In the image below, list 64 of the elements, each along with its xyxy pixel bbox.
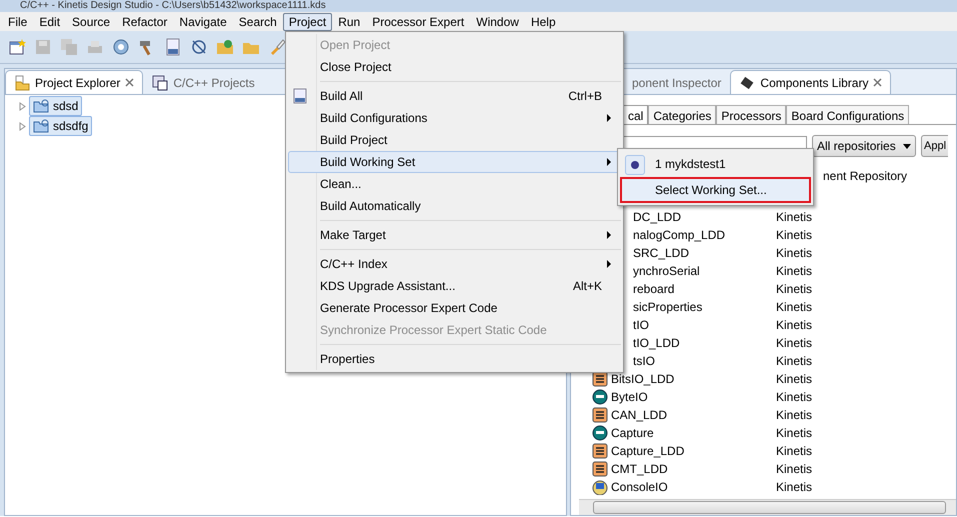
menu-item[interactable]: Processor Expert (366, 12, 470, 30)
menu-item[interactable]: Run (332, 12, 366, 30)
component-name[interactable]: Capture (611, 424, 776, 442)
menu-entry[interactable]: Build Project (288, 129, 621, 151)
repository-cell-text: Kinetis (776, 335, 812, 352)
dropdown-value: All repositories (817, 138, 896, 155)
menu-entry[interactable]: KDS Upgrade Assistant... Alt+K (288, 275, 621, 297)
sub-tab[interactable]: Board Configurations (786, 105, 910, 124)
tree-item[interactable]: sdsd (29, 96, 82, 116)
menu-item[interactable]: Source (66, 12, 116, 30)
repository-cell-text: Kinetis (776, 209, 812, 226)
repository-cell-text: Kinetis (776, 407, 812, 424)
menu-entry[interactable]: Generate Processor Expert Code (288, 297, 621, 319)
sub-tab[interactable]: cal (623, 105, 648, 124)
view-tab[interactable]: ponent Inspector (623, 70, 730, 94)
repository-cell-text: Kinetis (776, 317, 812, 334)
menu-entry[interactable]: Make Target (288, 224, 621, 246)
menu-entry[interactable]: Build Automatically (288, 195, 621, 217)
repository-cell-text: Kinetis (776, 281, 812, 298)
menu-entry[interactable]: Close Project (288, 56, 621, 78)
repository-cell-text: Kinetis (776, 245, 812, 262)
component-name[interactable]: ByteIO (611, 388, 776, 406)
repository-cell-text: Kinetis (776, 299, 812, 316)
repository-dropdown[interactable]: All repositories (812, 135, 916, 157)
sub-tab[interactable]: Categories (648, 105, 716, 124)
shortcut-text: Alt+K (572, 278, 602, 295)
menu-entry[interactable]: Build All Ctrl+B (288, 85, 621, 107)
menu-item[interactable]: Window (470, 12, 525, 30)
menu-entry[interactable]: Build Configurations (288, 107, 621, 129)
component-name[interactable]: CMT_LDD (611, 460, 776, 478)
repository-cell-text: Kinetis (776, 389, 812, 406)
menu-entry[interactable]: C/C++ Index (288, 253, 621, 275)
view-tab[interactable]: Components Library (730, 70, 892, 94)
menu-entry[interactable]: Select Working Set... (620, 177, 811, 203)
repository-cell-text: Kinetis (776, 425, 812, 442)
view-tab[interactable]: C/C++ Projects (143, 70, 264, 94)
view-tab[interactable]: Project Explorer (5, 70, 144, 94)
menu-entry[interactable]: Properties (288, 348, 621, 370)
column-header[interactable]: nent Repository (823, 167, 908, 185)
component-name[interactable]: CAN_LDD (611, 406, 776, 424)
menu-item[interactable]: Project (282, 12, 332, 30)
tree-item[interactable]: sdsdfg (29, 116, 92, 136)
repository-cell-text: Kinetis (776, 371, 812, 388)
menu-item[interactable]: Search (232, 12, 283, 30)
shortcut-text: Ctrl+B (568, 88, 602, 105)
menu-item[interactable]: Refactor (116, 12, 174, 30)
menu-entry[interactable]: 1 mykdstest1 (620, 151, 811, 177)
menu-item[interactable]: File (2, 12, 34, 30)
repository-cell-text: Kinetis (776, 353, 812, 370)
apply-button[interactable]: Appl (921, 135, 948, 157)
component-name[interactable]: ConsoleIO (611, 478, 776, 496)
repository-cell-text: Kinetis (776, 263, 812, 280)
repository-cell-text: Kinetis (776, 227, 812, 244)
menu-item[interactable]: Edit (33, 12, 66, 30)
repository-cell-text: Kinetis (776, 461, 812, 478)
menu-entry[interactable]: Clean... (288, 173, 621, 195)
component-name[interactable]: Capture_LDD (611, 442, 776, 460)
sub-tab[interactable]: Processors (716, 105, 786, 124)
menu-item[interactable]: Help (524, 12, 562, 30)
repository-cell-text: Kinetis (776, 479, 812, 496)
repository-cell-text: Kinetis (776, 443, 812, 460)
component-name[interactable]: BitsIO_LDD (611, 370, 776, 388)
window-title: C/C++ - Kinetis Design Studio - C:\Users\b51432\workspace1111.kds (0, 0, 957, 12)
menu-item[interactable]: Navigate (173, 12, 233, 30)
